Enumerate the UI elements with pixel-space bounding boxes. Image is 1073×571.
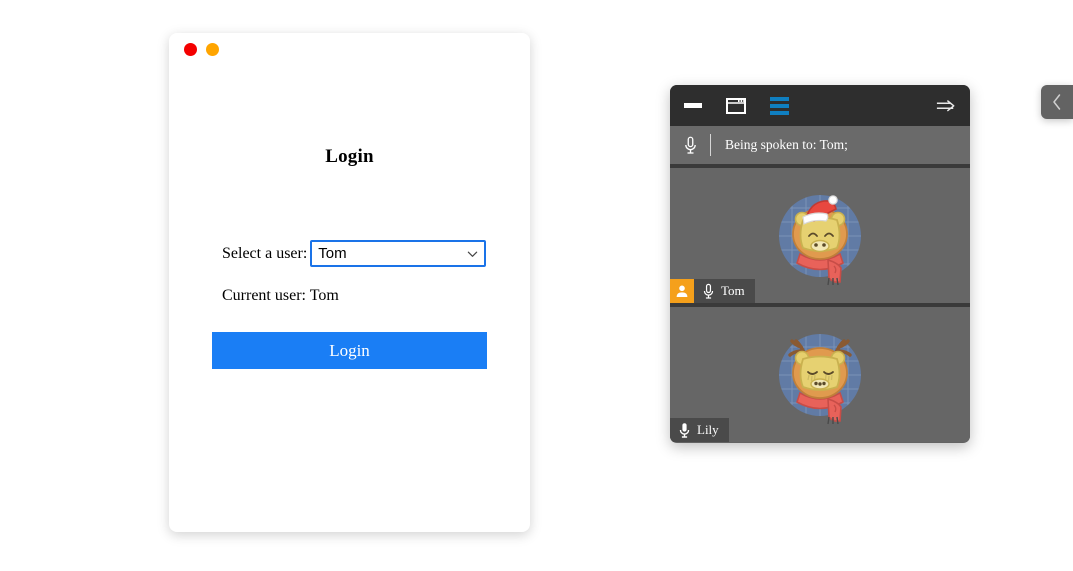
window-icon[interactable] — [726, 98, 746, 114]
select-user-label: Select a user: — [222, 245, 307, 263]
video-call-panel: Being spoken to: Tom; — [670, 85, 970, 443]
video-toolbar — [670, 85, 970, 126]
collapse-panel-handle[interactable] — [1041, 85, 1073, 119]
page-title: Login — [169, 146, 530, 168]
current-user-text: Current user: Tom — [222, 287, 339, 305]
participant-avatar — [770, 325, 870, 425]
exit-arrow-icon[interactable] — [936, 99, 956, 113]
hamburger-menu-icon[interactable] — [770, 97, 789, 115]
status-divider — [710, 134, 711, 156]
speaking-status-text: Being spoken to: Tom; — [725, 137, 848, 153]
minimize-button[interactable] — [206, 43, 219, 56]
participant-badge: Tom — [670, 279, 755, 303]
window-controls — [184, 43, 219, 56]
chevron-left-icon — [1051, 93, 1063, 111]
participant-badge: Lily — [670, 418, 729, 442]
participant-name: Lily — [697, 422, 719, 438]
participant-name: Tom — [721, 283, 745, 299]
microphone-icon — [702, 283, 715, 300]
video-tile[interactable]: Lily — [670, 307, 970, 442]
login-card: Login Select a user: Tom Lily Current us… — [169, 33, 530, 532]
participant-avatar — [770, 186, 870, 286]
login-button[interactable]: Login — [212, 332, 487, 369]
user-select-wrapper: Tom Lily — [310, 240, 486, 267]
speaking-status-bar: Being spoken to: Tom; — [670, 126, 970, 168]
user-select-row: Select a user: Tom Lily — [222, 240, 486, 267]
video-tile[interactable]: Tom — [670, 168, 970, 307]
person-icon — [670, 279, 694, 303]
user-select-input[interactable]: Tom Lily — [310, 240, 486, 267]
microphone-icon — [678, 422, 691, 439]
microphone-icon — [683, 136, 698, 155]
minimize-icon[interactable] — [684, 103, 702, 108]
close-button[interactable] — [184, 43, 197, 56]
